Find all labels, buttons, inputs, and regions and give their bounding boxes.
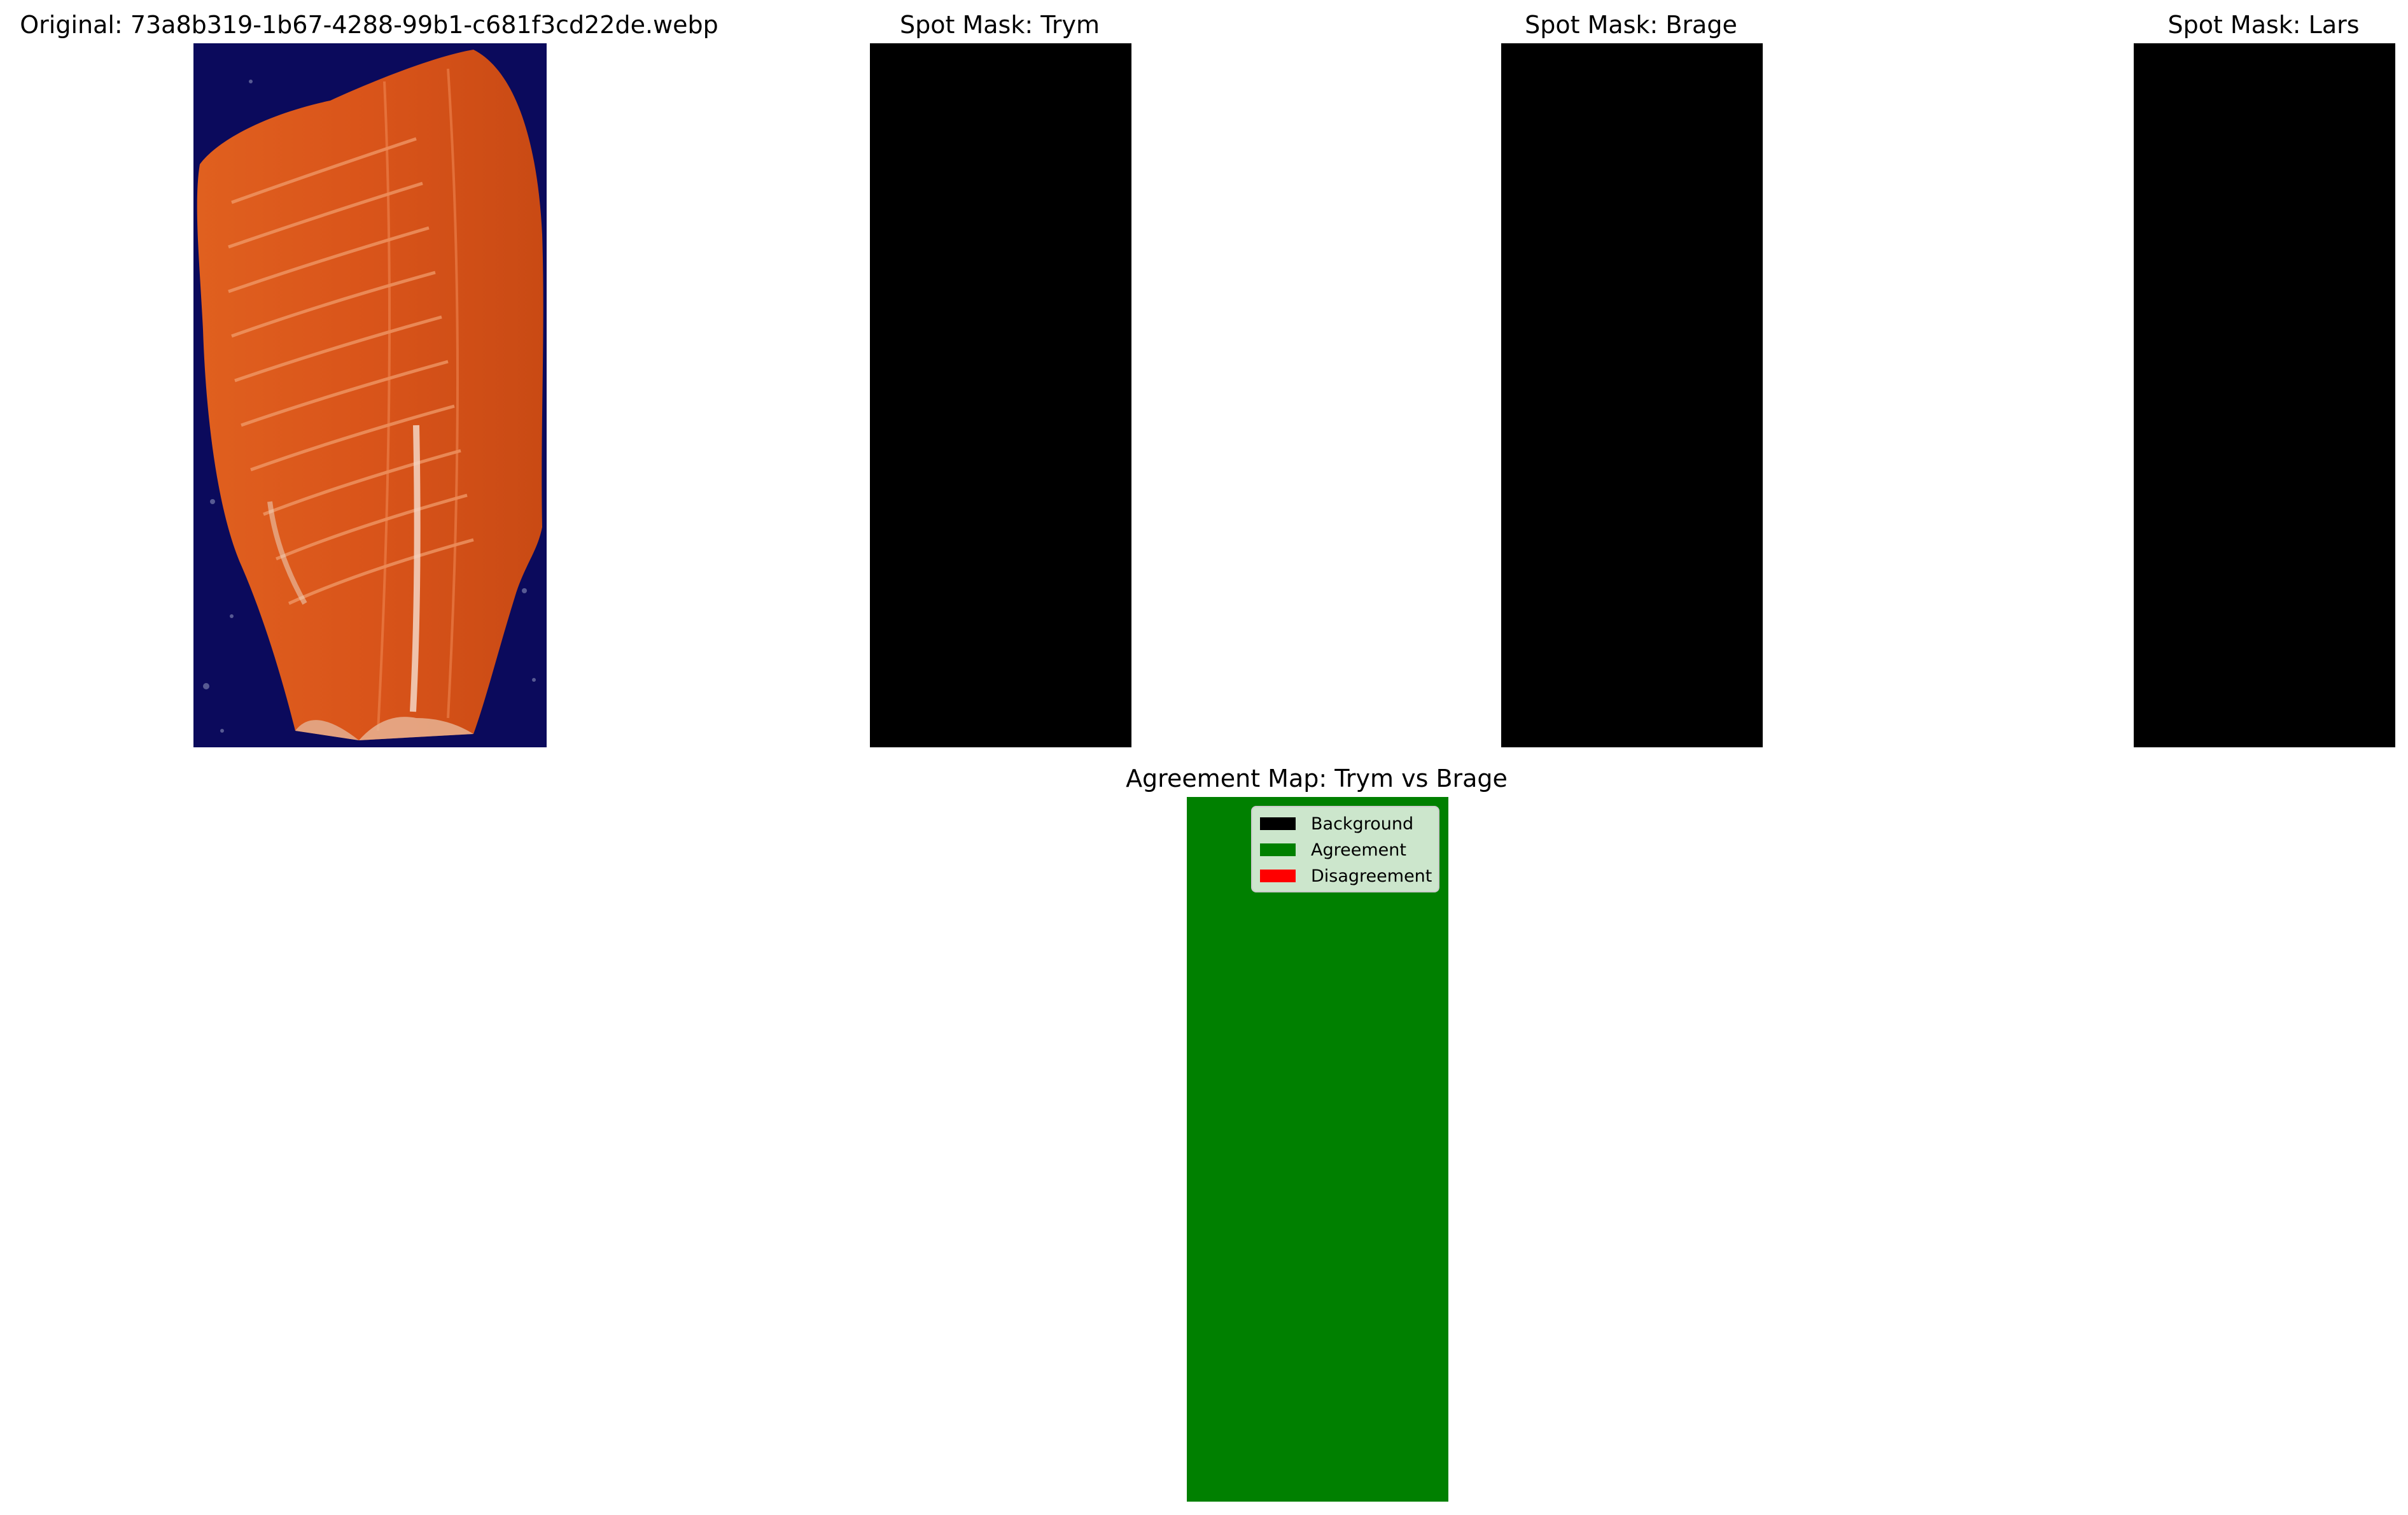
- original-fish-fillet-image: [193, 43, 547, 747]
- fish-fillet-illustration: [193, 43, 547, 747]
- spot-mask-brage: [1501, 43, 1763, 747]
- legend-label-disagreement: Disagreement: [1311, 866, 1432, 886]
- spot-mask-lars: [2134, 43, 2395, 747]
- legend-label-agreement: Agreement: [1311, 840, 1406, 860]
- legend-swatch-background: [1260, 817, 1296, 830]
- legend-item-background: Background: [1260, 814, 1413, 834]
- spot-mask-trym-title: Spot Mask: Trym: [900, 11, 1100, 39]
- agreement-legend: Background Agreement Disagreement: [1251, 806, 1439, 892]
- spot-mask-brage-title: Spot Mask: Brage: [1525, 11, 1737, 39]
- legend-label-background: Background: [1311, 814, 1414, 834]
- legend-item-disagreement: Disagreement: [1260, 866, 1432, 886]
- agreement-map: [1187, 797, 1448, 1502]
- legend-swatch-disagreement: [1260, 870, 1296, 882]
- agreement-map-title: Agreement Map: Trym vs Brage: [1126, 765, 1508, 793]
- legend-swatch-agreement: [1260, 843, 1296, 856]
- spot-mask-lars-title: Spot Mask: Lars: [2167, 11, 2360, 39]
- legend-item-agreement: Agreement: [1260, 840, 1406, 860]
- original-image-title: Original: 73a8b319-1b67-4288-99b1-c681f3…: [20, 11, 718, 39]
- spot-mask-trym: [870, 43, 1131, 747]
